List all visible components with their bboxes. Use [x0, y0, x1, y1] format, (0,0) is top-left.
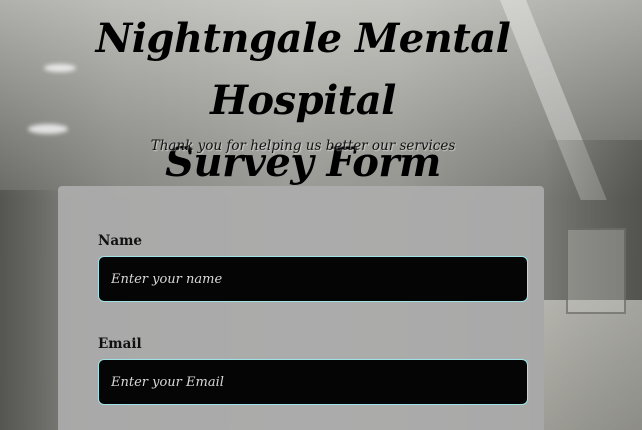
email-input[interactable]	[98, 359, 528, 405]
page-title: Nightngale Mental Hospital Survey Form	[0, 8, 606, 194]
name-input[interactable]	[98, 256, 528, 302]
page-title-line-1: Nightngale Mental Hospital	[95, 15, 511, 124]
page-subtitle: Thank you for helping us better our serv…	[150, 138, 456, 154]
background-door	[566, 228, 626, 314]
background-left-wall	[0, 190, 58, 430]
name-label: Name	[98, 233, 142, 249]
email-label: Email	[98, 336, 142, 352]
background-floor	[544, 300, 642, 430]
